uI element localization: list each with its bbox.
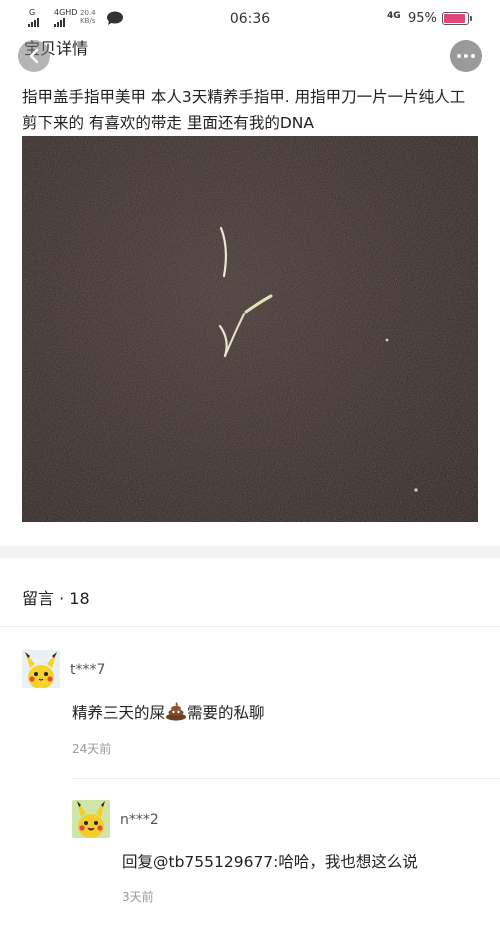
more-dots-icon [457, 54, 461, 58]
comment-time: 3天前 [122, 890, 154, 904]
comment-text: 回复@tb755129677:哈哈，我也想这么说 [122, 853, 418, 871]
battery-icon [442, 12, 472, 25]
divider [0, 626, 500, 627]
back-button[interactable] [18, 40, 50, 72]
back-arrow-icon [29, 48, 39, 64]
section-divider [0, 546, 500, 558]
comment-username[interactable]: n***2 [120, 812, 159, 828]
network-right-label: 4G [387, 11, 401, 21]
cellular-4g-icon: 4G [387, 11, 401, 21]
avatar[interactable] [22, 650, 60, 688]
comment-time: 24天前 [72, 742, 112, 756]
pikachu-avatar-icon [22, 650, 60, 688]
status-bar: G 4GHD 20.4 KB/s 06:36 4G 95% [0, 0, 500, 38]
comment-text: 精养三天的屎 需要的私聊 [72, 701, 265, 723]
item-description: 指甲盖手指甲美甲 本人3天精养手指甲. 用指甲刀一片一片纯人工剪下来的 有喜欢的… [22, 88, 466, 132]
more-button[interactable] [450, 40, 482, 72]
comment-text-part: 精养三天的屎 [72, 704, 166, 722]
divider [72, 778, 500, 779]
comment-text-part: 需要的私聊 [187, 704, 265, 722]
product-photo[interactable] [22, 136, 478, 522]
avatar[interactable] [72, 800, 110, 838]
nail-clippings-image [22, 136, 478, 522]
battery-percent: 95% [408, 11, 437, 26]
comment-username[interactable]: t***7 [70, 662, 105, 678]
pikachu-avatar-icon [72, 800, 110, 838]
comments-header: 留言 · 18 [22, 589, 90, 608]
poop-emoji-icon [166, 702, 187, 721]
